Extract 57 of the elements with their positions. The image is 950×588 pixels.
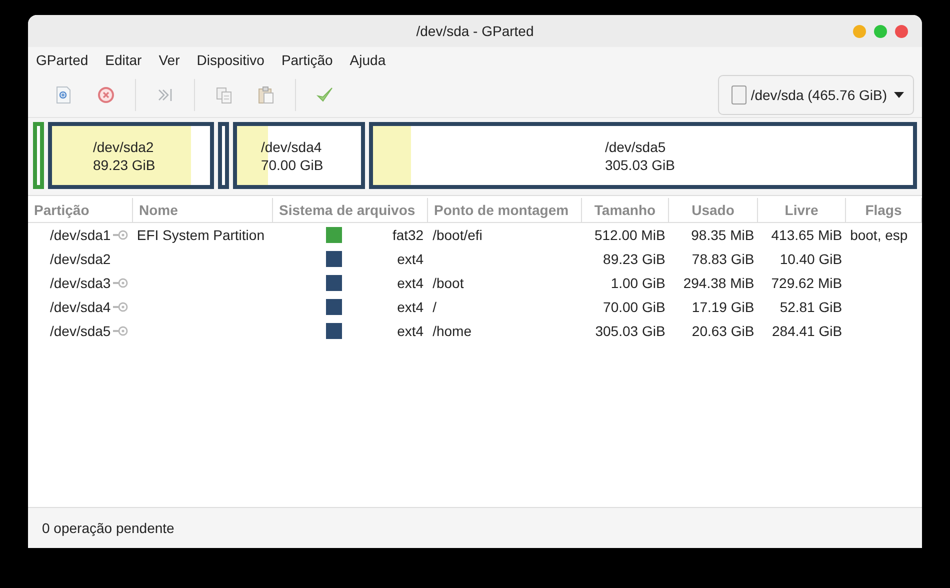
table-cell: /home	[432, 323, 472, 339]
table-cell: /dev/sda4	[50, 299, 111, 315]
table-cell: 78.83 GiB	[692, 251, 754, 267]
table-cell: 98.35 MiB	[691, 227, 754, 243]
table-cell: ext4	[397, 323, 424, 339]
table-cell: /dev/sda1	[50, 227, 111, 243]
table-cell: 512.00 MiB	[594, 227, 666, 243]
partition-label: /dev/sda4	[260, 138, 322, 156]
menu-item[interactable]: Editar	[105, 52, 142, 68]
partition-size: 70.00 GiB	[260, 156, 324, 174]
partition-label: /dev/sda2	[92, 138, 154, 156]
menu-item[interactable]: GParted	[36, 52, 88, 68]
partition-size: 305.03 GiB	[604, 156, 676, 174]
table-cell: 1.00 GiB	[610, 275, 666, 291]
menu-item[interactable]: Ajuda	[350, 52, 386, 68]
minimize-button[interactable]	[853, 25, 866, 38]
partition-size: 89.23 GiB	[92, 156, 156, 174]
partition-segment[interactable]: /dev/sda5 305.03 GiB	[368, 122, 917, 189]
table-cell: 70.00 GiB	[603, 299, 666, 315]
menu-item[interactable]: Ver	[158, 52, 180, 68]
table-cell: ext4	[397, 299, 424, 315]
table-cell: /	[432, 299, 436, 315]
delete-icon[interactable]	[96, 85, 116, 105]
table-cell: EFI System Partition	[136, 227, 264, 243]
table-cell: 294.38 MiB	[683, 275, 754, 291]
partition-segment[interactable]: /dev/sda4 70.00 GiB	[232, 122, 365, 189]
window-title: /dev/sda - GParted	[416, 23, 534, 39]
table-cell: /dev/sda3	[50, 275, 111, 291]
close-button[interactable]	[895, 25, 908, 38]
partition-segment[interactable]	[218, 122, 229, 189]
copy-icon[interactable]	[214, 85, 234, 105]
table-cell: ext4	[397, 251, 424, 267]
maximize-button[interactable]	[874, 25, 887, 38]
table-cell: /boot/efi	[432, 227, 482, 243]
table-cell: 729.62 MiB	[771, 275, 842, 291]
table-cell: 89.23 GiB	[603, 251, 666, 267]
table-cell: boot, esp	[850, 227, 908, 243]
table-cell: 305.03 GiB	[595, 323, 666, 339]
partition-label: /dev/sda5	[604, 138, 666, 156]
caret-icon	[894, 92, 904, 98]
table-cell: 17.19 GiB	[692, 299, 754, 315]
menu-item[interactable]: Partição	[281, 52, 333, 68]
table-cell: 52.81 GiB	[780, 299, 842, 315]
partition-segment[interactable]: /dev/sda2 89.23 GiB	[48, 122, 214, 189]
table-cell: /dev/sda5	[50, 323, 111, 339]
table-cell: 10.40 GiB	[780, 251, 842, 267]
menu-item[interactable]: Dispositivo	[196, 52, 264, 68]
table-cell: 284.41 GiB	[772, 323, 842, 339]
table-cell: /boot	[432, 275, 464, 291]
device-selector[interactable]: /dev/sda (465.76 GiB)	[718, 75, 914, 115]
status-text: 0 operação pendente	[42, 520, 174, 536]
table-cell: 413.65 MiB	[771, 227, 842, 243]
table-cell: fat32	[392, 227, 424, 243]
table-cell: 20.63 GiB	[692, 323, 754, 339]
paste-icon[interactable]	[256, 85, 276, 105]
table-cell: ext4	[397, 275, 424, 291]
table-cell: /dev/sda2	[50, 251, 111, 267]
